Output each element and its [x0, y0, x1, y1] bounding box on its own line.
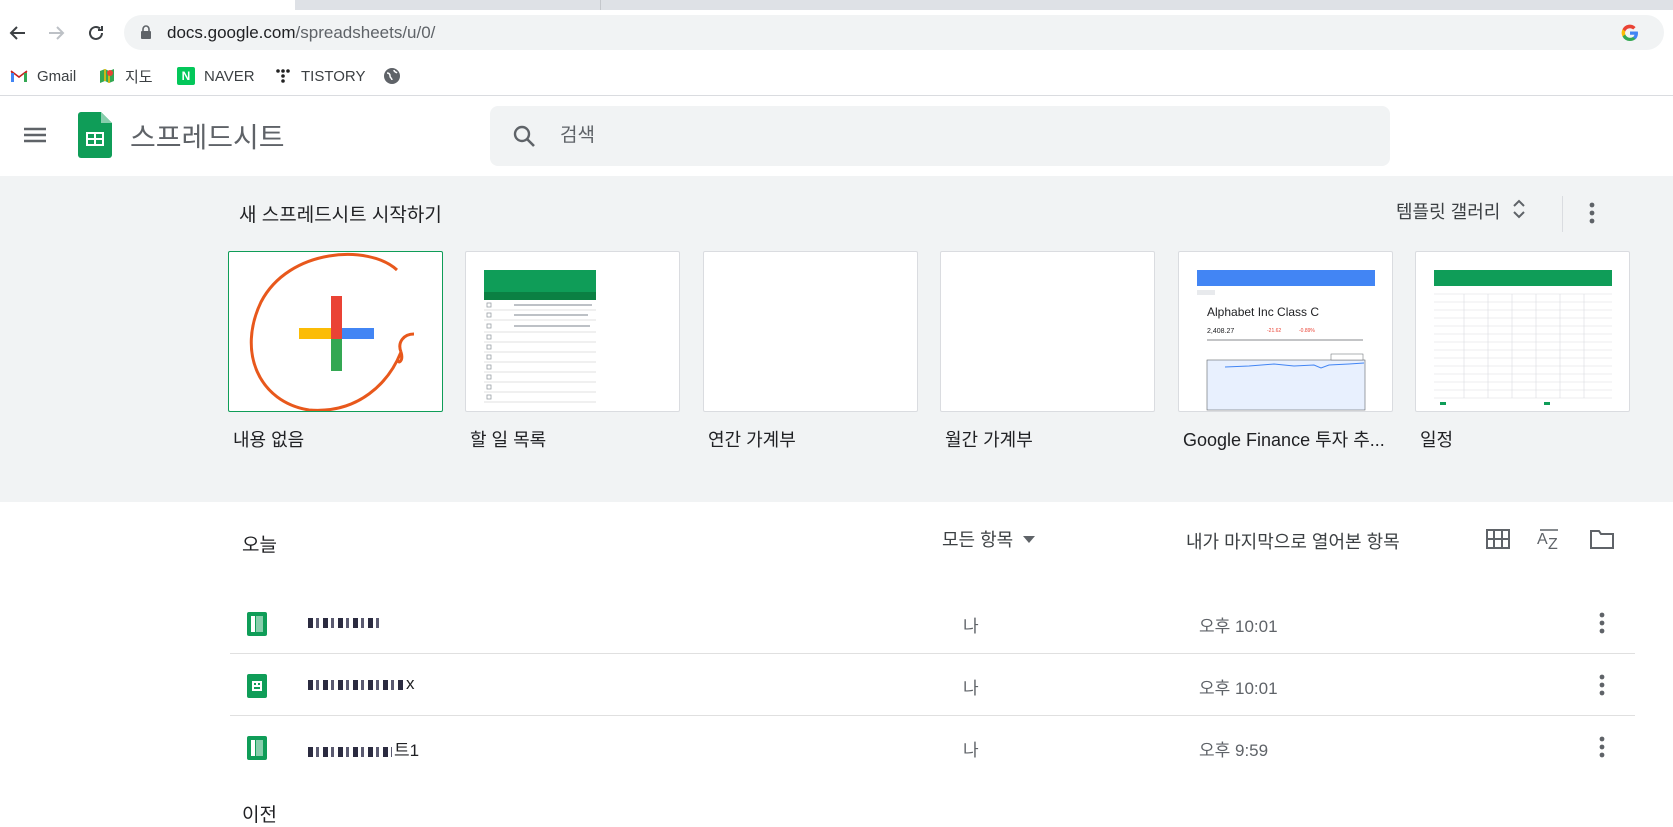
- lock-icon: [140, 25, 152, 45]
- template-annual-budget[interactable]: 연간 가계부: [703, 251, 918, 452]
- address-bar[interactable]: docs.google.com/spreadsheets/u/0/: [124, 15, 1664, 50]
- bookmark-tistory[interactable]: TISTORY: [274, 64, 365, 88]
- browser-toolbar: docs.google.com/spreadsheets/u/0/: [0, 10, 1673, 56]
- section-title-previous: 이전: [242, 805, 277, 826]
- file-owner: 나: [963, 741, 979, 760]
- globe-icon: [383, 67, 401, 85]
- template-label: 월간 가계부: [945, 430, 1033, 450]
- file-last-opened: 오후 10:01: [1199, 679, 1278, 698]
- file-name: [308, 612, 382, 632]
- divider: [1562, 196, 1563, 232]
- maps-icon: [98, 67, 116, 85]
- dropdown-caret-icon: [1023, 535, 1036, 543]
- bookmark-maps[interactable]: 지도: [98, 64, 153, 88]
- file-name-suffix: 트1: [394, 741, 420, 760]
- template-thumbnail[interactable]: [703, 251, 918, 412]
- browser-tab[interactable]: [600, 0, 1673, 10]
- file-row[interactable]: 나 오후 10:01: [230, 592, 1635, 654]
- template-section: 새 스프레드시트 시작하기 템플릿 갤러리 내용 없음 할 일 목록 연간 가계…: [0, 176, 1673, 502]
- redacted-name: [308, 679, 404, 690]
- app-header: 스프레드시트: [0, 96, 1673, 176]
- file-list-header: 오늘 모든 항목 내가 마지막으로 열어본 항목 AZ: [0, 502, 1673, 582]
- section-title-today: 오늘: [242, 535, 277, 556]
- file-owner: 나: [963, 679, 979, 698]
- template-todo[interactable]: 할 일 목록: [465, 251, 680, 452]
- file-last-opened: 오후 9:59: [1199, 741, 1269, 760]
- bookmark-gmail[interactable]: Gmail: [10, 64, 76, 88]
- svg-text:Z: Z: [1548, 536, 1558, 551]
- sort-az-icon[interactable]: AZ: [1534, 524, 1564, 554]
- unfold-icon: [1512, 198, 1526, 225]
- google-icon[interactable]: [1620, 23, 1640, 48]
- template-label: 연간 가계부: [708, 430, 796, 450]
- bookmark-label: NAVER: [204, 67, 255, 85]
- file-last-opened: 오후 10:01: [1199, 617, 1278, 636]
- file-row[interactable]: 트1 나 오후 9:59: [230, 716, 1635, 778]
- owner-filter-dropdown[interactable]: 모든 항목: [942, 526, 1036, 552]
- plus-icon: [249, 253, 415, 411]
- finance-preview-chart: [1197, 290, 1366, 411]
- search-input[interactable]: [560, 120, 1360, 152]
- app-title[interactable]: 스프레드시트: [130, 116, 285, 156]
- url-host: docs.google.com: [167, 23, 296, 42]
- sheets-file-icon: [247, 612, 267, 641]
- bookmark-naver[interactable]: N NAVER: [177, 64, 255, 88]
- template-label: 내용 없음: [233, 430, 305, 450]
- forward-icon[interactable]: [42, 19, 70, 47]
- reload-icon[interactable]: [82, 19, 110, 47]
- template-monthly-budget[interactable]: 월간 가계부: [940, 251, 1155, 452]
- file-more-icon[interactable]: [1590, 670, 1614, 700]
- gmail-icon: [10, 67, 28, 85]
- file-more-icon[interactable]: [1590, 732, 1614, 762]
- main-menu-icon[interactable]: [20, 120, 50, 150]
- tistory-icon: [274, 67, 292, 85]
- schedule-preview-image: [1434, 270, 1612, 405]
- sheets-file-icon: [247, 736, 267, 765]
- file-name: 트1: [308, 736, 419, 761]
- bookmark-label: TISTORY: [301, 67, 366, 85]
- file-name-suffix: x: [406, 674, 415, 693]
- search-box[interactable]: [490, 106, 1390, 166]
- back-icon[interactable]: [4, 19, 32, 47]
- template-more-icon[interactable]: [1580, 198, 1604, 228]
- file-name: x: [308, 674, 415, 694]
- template-thumbnail[interactable]: Alphabet Inc Class C 2,408.27 -21.62 -0.…: [1178, 251, 1393, 412]
- folder-picker-icon[interactable]: [1587, 524, 1617, 554]
- template-heading: 새 스프레드시트 시작하기: [239, 205, 442, 226]
- template-gallery-label: 템플릿 갤러리: [1396, 202, 1501, 222]
- url-text: docs.google.com/spreadsheets/u/0/: [167, 23, 435, 43]
- file-row[interactable]: x 나 오후 10:01: [230, 654, 1635, 716]
- naver-icon: N: [177, 67, 195, 85]
- template-blank[interactable]: 내용 없음: [228, 251, 443, 452]
- file-more-icon[interactable]: [1590, 608, 1614, 638]
- browser-tab-active[interactable]: [0, 0, 295, 10]
- bookmark-label: 지도: [125, 68, 153, 86]
- url-path: /spreadsheets/u/0/: [295, 23, 436, 42]
- template-thumbnail[interactable]: [465, 251, 680, 412]
- sheets-file-icon: [247, 674, 267, 703]
- grid-view-icon[interactable]: [1483, 524, 1513, 554]
- bookmark-label: Gmail: [37, 67, 77, 85]
- todo-preview-image: [484, 270, 596, 403]
- template-label: 일정: [1420, 430, 1454, 450]
- redacted-name: [308, 617, 380, 628]
- template-label: 할 일 목록: [470, 430, 547, 450]
- sheets-logo-icon[interactable]: [78, 112, 112, 163]
- svg-text:A: A: [1537, 531, 1548, 548]
- template-thumbnail[interactable]: [228, 251, 443, 412]
- bookmark-globe[interactable]: [383, 64, 410, 88]
- redacted-name: [308, 746, 392, 757]
- browser-tab-strip: [0, 0, 1673, 10]
- template-google-finance[interactable]: Alphabet Inc Class C 2,408.27 -21.62 -0.…: [1178, 251, 1393, 452]
- template-schedule[interactable]: 일정: [1415, 251, 1630, 452]
- search-icon[interactable]: [512, 124, 538, 155]
- file-owner: 나: [963, 617, 979, 636]
- template-thumbnail[interactable]: [940, 251, 1155, 412]
- template-thumbnail[interactable]: [1415, 251, 1630, 412]
- bookmarks-bar: Gmail 지도 N NAVER TISTORY: [0, 56, 1673, 96]
- owner-filter-label: 모든 항목: [942, 530, 1014, 550]
- template-gallery-button[interactable]: 템플릿 갤러리: [1396, 194, 1526, 228]
- template-label: Google Finance 투자 추...: [1183, 430, 1385, 450]
- sort-order-button[interactable]: 내가 마지막으로 열어본 항목: [1186, 528, 1400, 554]
